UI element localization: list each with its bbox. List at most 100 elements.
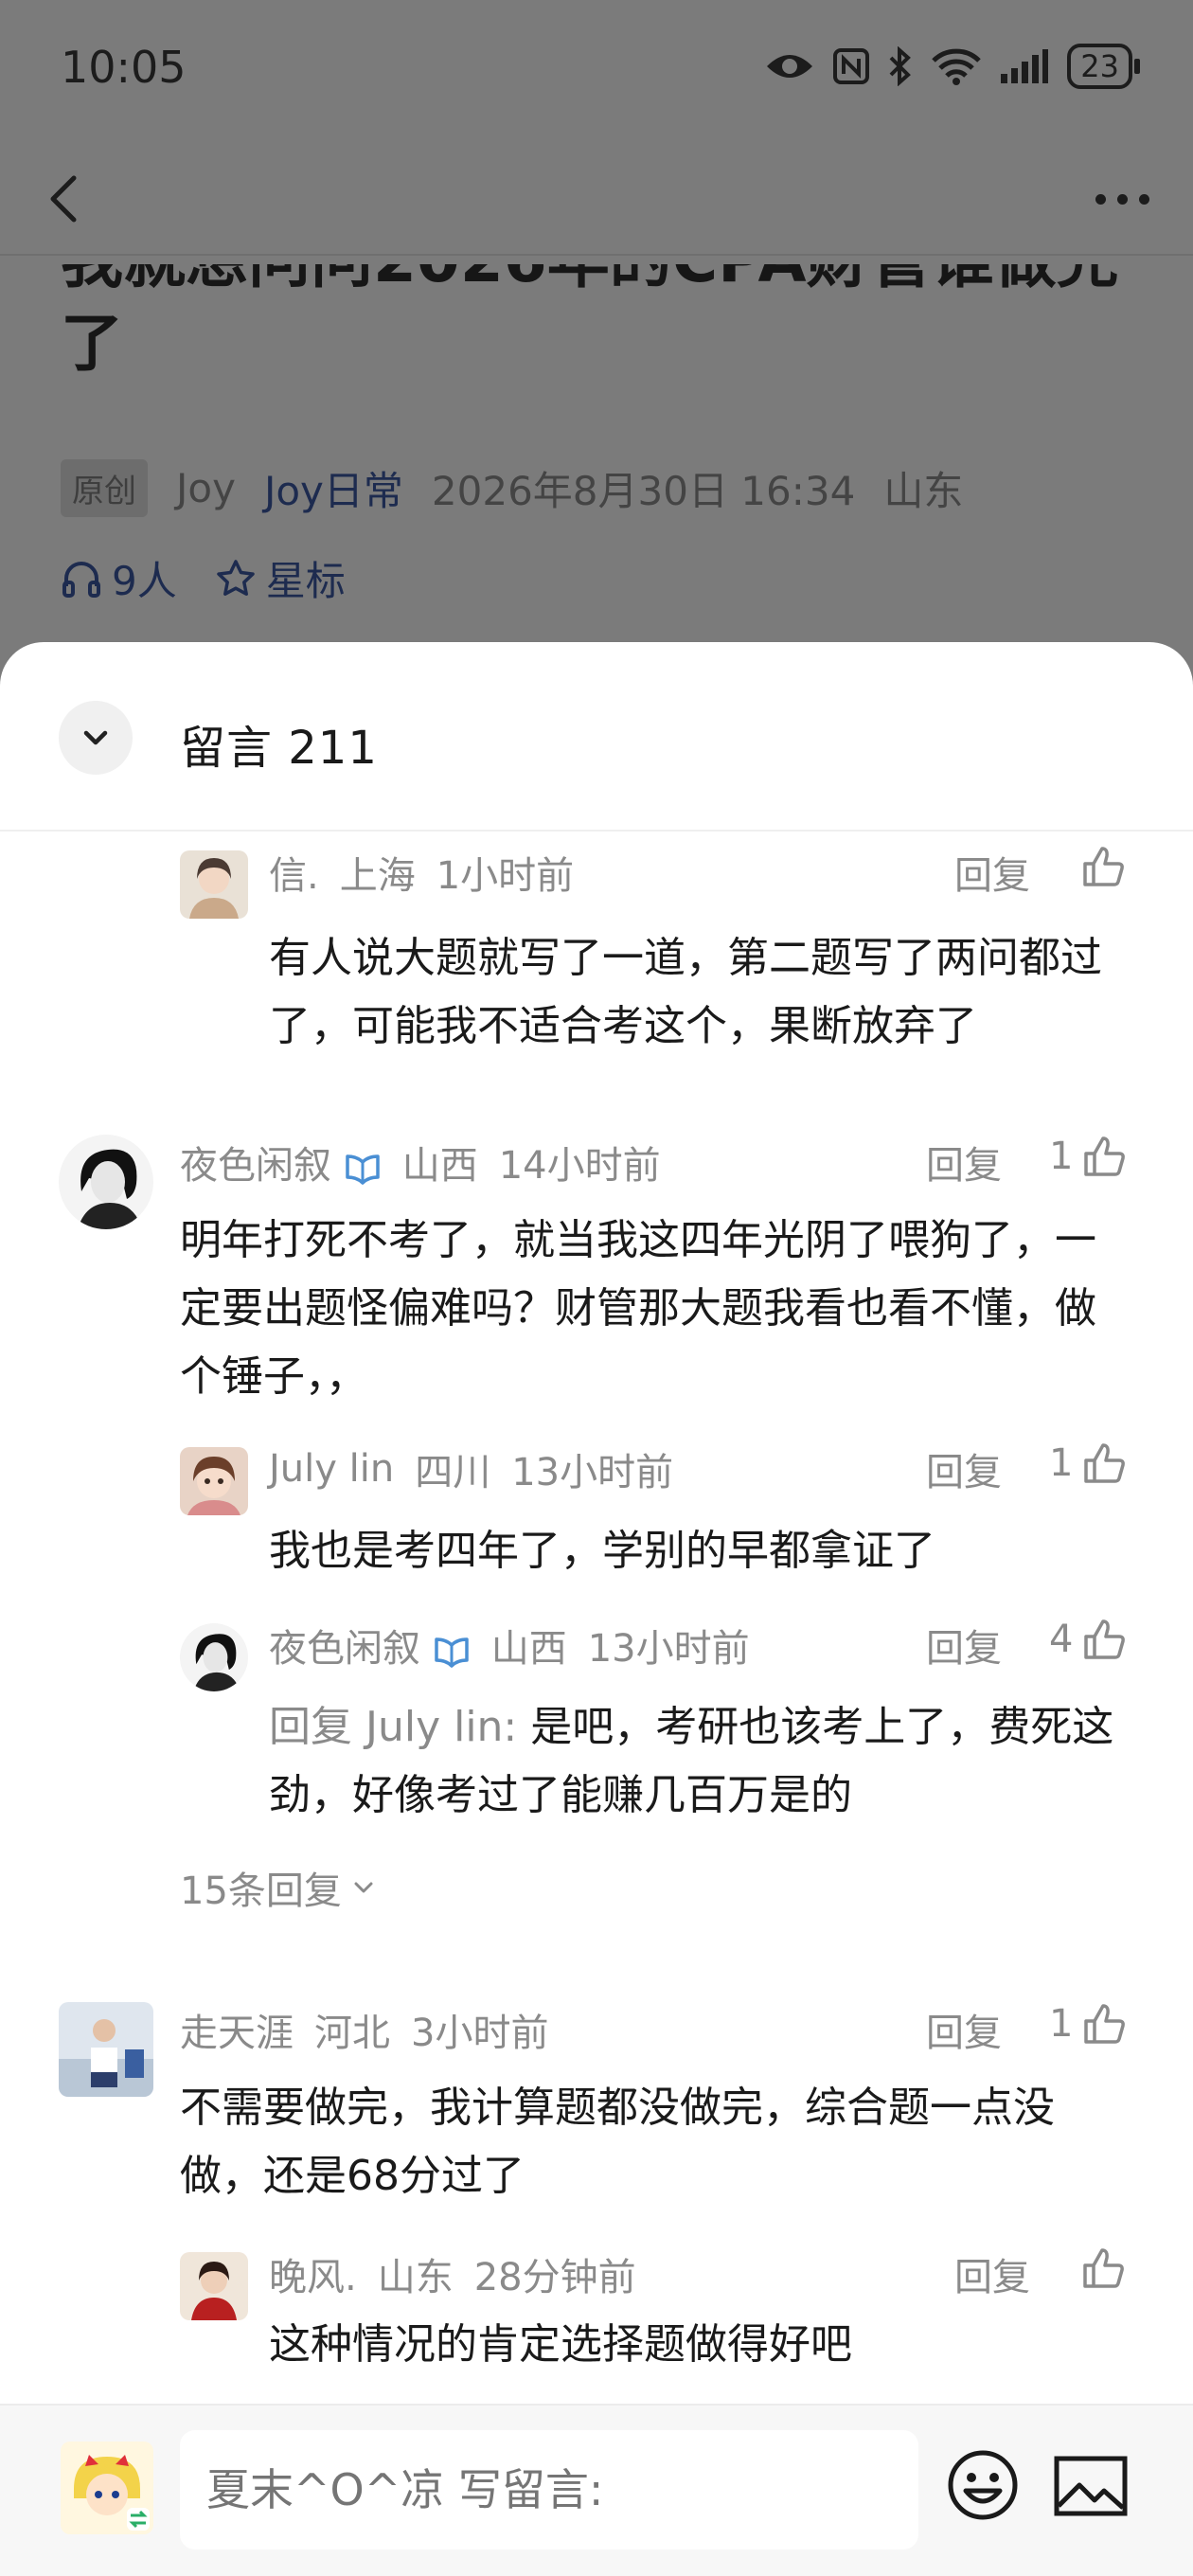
- thumbs-up-icon: [1084, 1443, 1126, 1483]
- like-button[interactable]: [1079, 843, 1127, 890]
- listeners-count: 9人: [112, 558, 177, 604]
- thumbs-up-icon: [1084, 2004, 1126, 2044]
- reply-button[interactable]: 回复: [926, 1135, 1002, 1190]
- chevron-down-icon: [354, 1882, 373, 1893]
- chevron-left-icon: [50, 175, 77, 223]
- like-button[interactable]: 1: [1049, 1440, 1128, 1487]
- thumbs-up-icon: [1083, 847, 1124, 886]
- image-button[interactable]: [1053, 2453, 1129, 2519]
- avatar[interactable]: [180, 850, 248, 919]
- article-meta: 原创 Joy Joy日常 2026年8月30日 16:34 山东: [61, 459, 963, 517]
- original-badge: 原创: [61, 459, 148, 517]
- collapse-button[interactable]: [59, 701, 133, 775]
- star-icon: [216, 559, 255, 596]
- avatar[interactable]: [59, 2002, 153, 2097]
- reply-button[interactable]: 回复: [954, 845, 1030, 900]
- expand-replies-button[interactable]: 15条回复: [180, 1860, 378, 1915]
- more-dot-icon: [1138, 193, 1149, 205]
- avatar[interactable]: [180, 1447, 248, 1515]
- commenter-location: 山西: [401, 1144, 478, 1188]
- commenter-name[interactable]: 走天涯: [180, 2002, 294, 2057]
- reply-button[interactable]: 回复: [926, 2002, 1002, 2057]
- commenter-location: 山东: [377, 2256, 454, 2299]
- status-time: 10:05: [61, 42, 187, 93]
- avatar[interactable]: [59, 1135, 153, 1229]
- status-bar: 10:05 23: [0, 0, 1193, 133]
- bluetooth-icon: [889, 46, 912, 86]
- smiley-icon: [948, 2450, 1018, 2520]
- comments-title: 留言 211: [180, 722, 378, 775]
- comment-time: 14小时前: [498, 1144, 661, 1188]
- nav-bar: [0, 142, 1193, 256]
- thumbs-up-icon: [1084, 1136, 1126, 1176]
- signal-icon: [1001, 49, 1049, 83]
- like-count: 1: [1049, 1135, 1074, 1178]
- status-icons: 23: [764, 44, 1140, 89]
- headphones-icon: [62, 561, 100, 598]
- comment-header: 信. 上海 1小时前: [269, 845, 574, 900]
- comment-input[interactable]: [180, 2430, 918, 2549]
- commenter-location: 山西: [490, 1627, 567, 1671]
- comment-header: July lin 四川 13小时前: [269, 1441, 673, 1496]
- comment-text: 不需要做完，我计算题都没做完，综合题一点没做，还是68分过了: [180, 2084, 1055, 2200]
- comment-input-bar: [0, 2404, 1193, 2576]
- commenter-location: 四川: [415, 1451, 491, 1494]
- listeners-stat[interactable]: 9人: [61, 549, 177, 607]
- emoji-button[interactable]: [945, 2447, 1021, 2523]
- reply-to-prefix: 回复 July lin:: [269, 1703, 518, 1751]
- wifi-icon: [932, 48, 982, 85]
- commenter-name[interactable]: 夜色闲叙: [180, 1135, 382, 1190]
- like-button[interactable]: 1: [1049, 1133, 1128, 1180]
- comment-header: 晚风. 山东 28分钟前: [269, 2246, 636, 2301]
- back-button[interactable]: [38, 170, 95, 227]
- more-dot-icon: [1095, 193, 1106, 205]
- comment-header: 夜色闲叙 山西 14小时前: [180, 1135, 661, 1190]
- commenter-name[interactable]: 晚风.: [269, 2246, 357, 2301]
- my-avatar[interactable]: [61, 2442, 153, 2534]
- publish-datetime: 2026年8月30日 16:34: [431, 468, 856, 514]
- comment-text: 有人说大题就写了一道，第二题写了两问都过了，可能我不适合考这个，果断放弃了: [269, 934, 1102, 1050]
- comment-header: 走天涯 河北 3小时前: [180, 2002, 548, 2057]
- like-count: 1: [1049, 2002, 1074, 2046]
- publish-location: 山东: [883, 468, 964, 514]
- reply-button[interactable]: 回复: [954, 2246, 1030, 2301]
- comment-text: 我也是考四年了，学别的早都拿证了: [269, 1527, 935, 1575]
- article-stats: 9人 星标: [61, 549, 346, 607]
- commenter-name[interactable]: July lin: [269, 1447, 394, 1491]
- article-title: 我就想问问2026年的CPA财管谁做完了: [61, 224, 1119, 380]
- reply-button[interactable]: 回复: [926, 1441, 1002, 1496]
- like-button[interactable]: [1079, 2245, 1127, 2292]
- like-button[interactable]: 4: [1049, 1616, 1128, 1663]
- like-count: 1: [1049, 1441, 1074, 1485]
- more-replies-label: 15条回复: [180, 1869, 342, 1913]
- more-options-button[interactable]: [1089, 180, 1155, 218]
- thumbs-up-icon: [1084, 1619, 1126, 1659]
- nfc-icon: [833, 48, 870, 84]
- avatar[interactable]: [180, 1623, 248, 1691]
- chevron-down-icon: [83, 730, 108, 745]
- more-dot-icon: [1116, 193, 1128, 205]
- comment-header: 夜色闲叙 山西 13小时前: [269, 1618, 750, 1673]
- eye-icon: [767, 55, 813, 78]
- comment-time: 13小时前: [511, 1451, 674, 1494]
- comment-time: 13小时前: [587, 1627, 750, 1671]
- sheet-header: 留言 211: [0, 642, 1193, 832]
- commenter-name[interactable]: 信.: [269, 845, 319, 900]
- comment-text: 这种情况的肯定选择题做得好吧: [269, 2320, 852, 2369]
- verified-icon: [434, 1637, 469, 1668]
- like-count: 4: [1049, 1618, 1074, 1661]
- like-button[interactable]: 1: [1049, 2000, 1128, 2048]
- image-icon: [1054, 2456, 1128, 2516]
- commenter-name[interactable]: 夜色闲叙: [269, 1618, 471, 1673]
- star-label: 星标: [265, 558, 346, 604]
- star-button[interactable]: 星标: [215, 549, 346, 607]
- account-link[interactable]: Joy日常: [264, 459, 403, 517]
- reply-button[interactable]: 回复: [926, 1618, 1002, 1673]
- verified-icon: [345, 1154, 380, 1185]
- comment-text: 明年打死不考了，就当我这四年光阴了喂狗了，一定要出题怪偏难吗？财管那大题我看也看…: [180, 1216, 1096, 1401]
- commenter-location: 河北: [314, 2012, 390, 2055]
- commenter-location: 上海: [339, 854, 416, 898]
- avatar[interactable]: [180, 2252, 248, 2320]
- comment-text: 回复 July lin: 是吧，考研也该考上了，费死这劲，好像考过了能赚几百万是…: [269, 1693, 1140, 1830]
- comment-list[interactable]: 信. 上海 1小时前 回复 有人说大题就写了一道，第二题写了两问都过了，可能我不…: [0, 832, 1193, 2404]
